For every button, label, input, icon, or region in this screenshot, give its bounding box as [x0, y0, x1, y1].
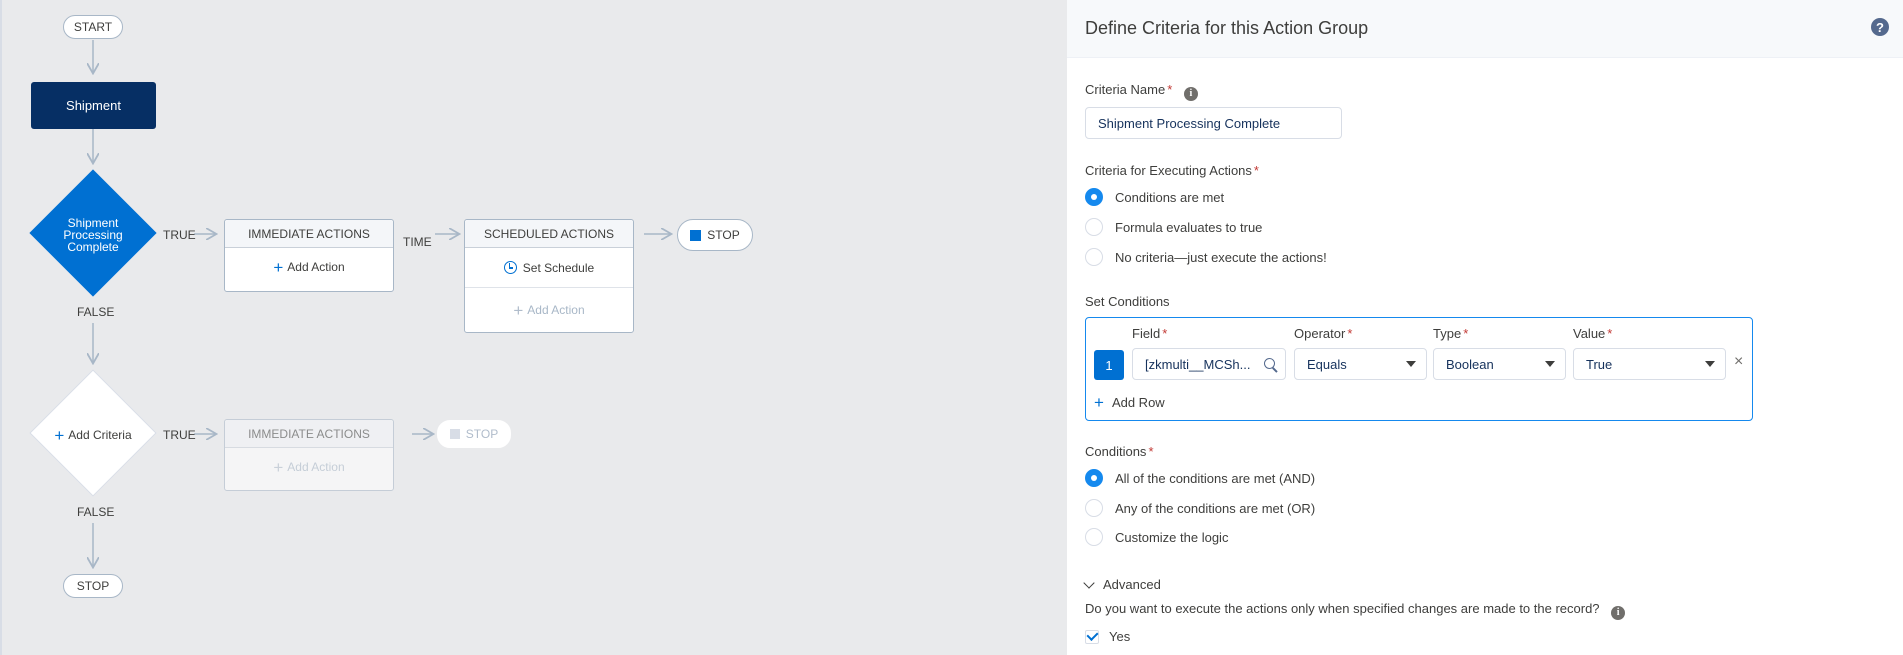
info-icon[interactable]: i [1611, 605, 1626, 620]
help-icon[interactable]: ? [1871, 18, 1889, 36]
immediate-actions-box-2: IMMEDIATE ACTIONS + Add Action [224, 419, 394, 491]
criteria-node-label: Shipment Processing Complete [63, 216, 123, 254]
time-label: TIME [403, 235, 432, 249]
criteria-name-label: Criteria Name * i [1085, 82, 1198, 101]
immediate-actions-header: IMMEDIATE ACTIONS [225, 220, 393, 248]
radio-button[interactable] [1085, 218, 1103, 236]
radio-conditions-met[interactable]: Conditions are met [1085, 188, 1224, 206]
chevron-down-icon [1705, 361, 1715, 367]
false-label: FALSE [77, 305, 115, 319]
advanced-toggle[interactable]: Advanced [1083, 576, 1161, 592]
value-select[interactable]: True [1573, 348, 1726, 380]
radio-button[interactable] [1085, 499, 1103, 517]
panel-title: Define Criteria for this Action Group [1085, 18, 1369, 38]
conditions-table: Field * Operator * Type * Value * 1 [zkmulti… [1085, 317, 1753, 421]
immediate-actions-box: IMMEDIATE ACTIONS + Add Action [224, 219, 394, 292]
radio-no-criteria[interactable]: No criteria—just execute the actions! [1085, 248, 1327, 266]
set-conditions-label: Set Conditions [1085, 294, 1170, 309]
immediate-actions-header: IMMEDIATE ACTIONS [225, 420, 393, 448]
add-action-button[interactable]: + Add Action [225, 248, 393, 286]
add-action-button-disabled: + Add Action [225, 448, 393, 486]
stop-end-node: STOP [63, 574, 123, 598]
remove-row-icon[interactable]: × [1734, 354, 1743, 370]
chevron-down-icon [1083, 576, 1095, 589]
search-icon[interactable] [1264, 358, 1275, 369]
plus-icon: + [1094, 393, 1104, 412]
chevron-down-icon [1545, 361, 1555, 367]
stop-square-icon [449, 429, 460, 439]
clock-icon [503, 261, 517, 274]
add-action-button-disabled: + Add Action [465, 288, 633, 332]
criteria-exec-label: Criteria for Executing Actions * [1085, 163, 1259, 178]
start-node: START [63, 15, 123, 39]
value-column-label: Value * [1573, 326, 1613, 341]
object-node-shipment[interactable]: Shipment [31, 82, 156, 129]
radio-customize-logic[interactable]: Customize the logic [1085, 528, 1228, 546]
type-column-label: Type * [1433, 326, 1469, 341]
scheduled-actions-box: SCHEDULED ACTIONS Set Schedule + Add Act… [464, 219, 634, 333]
radio-formula[interactable]: Formula evaluates to true [1085, 218, 1262, 236]
radio-any-conditions[interactable]: Any of the conditions are met (OR) [1085, 499, 1315, 517]
stop-node-faded: STOP [437, 420, 511, 448]
add-criteria-button[interactable]: + Add Criteria [48, 400, 138, 470]
yes-checkbox-row[interactable]: Yes [1085, 629, 1130, 644]
add-action-label: Add Action [527, 303, 585, 317]
conditions-label: Conditions * [1085, 444, 1154, 459]
yes-checkbox[interactable] [1085, 629, 1099, 644]
panel-header: Define Criteria for this Action Group [1067, 0, 1903, 58]
chevron-down-icon [1406, 361, 1416, 367]
stop-node: STOP [677, 219, 753, 251]
criteria-panel: Define Criteria for this Action Group ? … [1067, 0, 1903, 655]
stop-square-icon [690, 229, 702, 241]
radio-button[interactable] [1085, 469, 1103, 487]
radio-button[interactable] [1085, 248, 1103, 266]
false-label-2: FALSE [77, 505, 115, 519]
true-label-2: TRUE [163, 428, 196, 442]
plus-icon: + [273, 257, 284, 277]
plus-icon: + [273, 457, 284, 477]
stop-label: STOP [465, 427, 499, 441]
scheduled-actions-header: SCHEDULED ACTIONS [465, 220, 633, 248]
field-lookup-input[interactable]: [zkmulti__MCSh... [1132, 348, 1286, 380]
info-icon[interactable]: i [1183, 86, 1198, 101]
true-label: TRUE [163, 228, 196, 242]
criteria-name-input[interactable]: Shipment Processing Complete [1085, 107, 1342, 139]
plus-icon: + [54, 425, 65, 445]
set-schedule-button[interactable]: Set Schedule [465, 248, 633, 288]
radio-button[interactable] [1085, 528, 1103, 546]
add-action-label: Add Action [287, 460, 345, 474]
field-column-label: Field * [1132, 326, 1168, 341]
add-row-button[interactable]: + Add Row [1094, 394, 1165, 411]
row-number: 1 [1094, 350, 1124, 380]
add-action-label: Add Action [287, 260, 345, 274]
radio-all-conditions[interactable]: All of the conditions are met (AND) [1085, 469, 1315, 487]
operator-column-label: Operator * [1294, 326, 1353, 341]
type-select[interactable]: Boolean [1433, 348, 1566, 380]
set-schedule-label: Set Schedule [522, 260, 595, 275]
stop-label: STOP [707, 228, 740, 242]
add-criteria-label: Add Criteria [68, 428, 132, 442]
radio-button[interactable] [1085, 188, 1103, 206]
operator-select[interactable]: Equals [1294, 348, 1427, 380]
plus-icon: + [513, 300, 524, 320]
process-canvas: START Shipment Shipment Processing Compl… [0, 0, 1067, 655]
advanced-question: Do you want to execute the actions only … [1085, 601, 1626, 620]
